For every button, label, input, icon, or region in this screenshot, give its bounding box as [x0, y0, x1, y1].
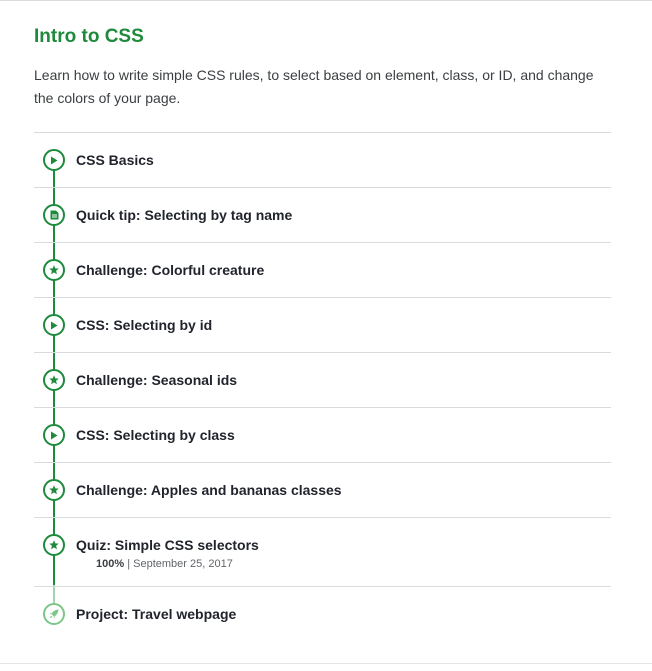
- top-divider: [0, 0, 652, 1]
- list-item[interactable]: Quick tip: Selecting by tag name: [34, 188, 611, 243]
- list-item-label[interactable]: CSS: Selecting by id: [76, 316, 212, 334]
- list-item-label[interactable]: Challenge: Seasonal ids: [76, 371, 237, 389]
- list-item[interactable]: Project: Travel webpage: [34, 587, 611, 641]
- list-item[interactable]: Quiz: Simple CSS selectors 100% | Septem…: [34, 518, 611, 587]
- list-item[interactable]: CSS Basics: [34, 133, 611, 188]
- list-item-label[interactable]: Challenge: Apples and bananas classes: [76, 481, 342, 499]
- list-item-label[interactable]: CSS: Selecting by class: [76, 426, 235, 444]
- list-item[interactable]: Challenge: Apples and bananas classes: [34, 463, 611, 518]
- star-icon: [43, 479, 65, 501]
- meta-separator: |: [127, 558, 131, 570]
- list-item-label[interactable]: Project: Travel webpage: [76, 605, 236, 623]
- section-description: Learn how to write simple CSS rules, to …: [34, 67, 594, 106]
- star-icon: [43, 369, 65, 391]
- list-item-label[interactable]: Quick tip: Selecting by tag name: [76, 206, 292, 224]
- content-list: CSS Basics Quick tip: Selecting by tag n…: [34, 132, 611, 641]
- section-title[interactable]: Intro to CSS: [34, 24, 144, 50]
- rocket-icon: [43, 603, 65, 625]
- article-icon: [43, 204, 65, 226]
- list-item-label[interactable]: CSS Basics: [76, 151, 154, 169]
- quiz-date: September 25, 2017: [133, 558, 233, 570]
- quiz-result: 100% | September 25, 2017: [96, 557, 233, 571]
- list-item[interactable]: CSS: Selecting by class: [34, 408, 611, 463]
- list-item-label[interactable]: Quiz: Simple CSS selectors: [76, 536, 259, 554]
- star-icon: [43, 534, 65, 556]
- quiz-score: 100%: [96, 558, 125, 570]
- play-icon: [43, 424, 65, 446]
- play-icon: [43, 149, 65, 171]
- list-item[interactable]: Challenge: Colorful creature: [34, 243, 611, 298]
- star-icon: [43, 259, 65, 281]
- list-item[interactable]: Challenge: Seasonal ids: [34, 353, 611, 408]
- list-item-label[interactable]: Challenge: Colorful creature: [76, 261, 264, 279]
- play-icon: [43, 314, 65, 336]
- bottom-divider: [0, 663, 652, 664]
- list-item[interactable]: CSS: Selecting by id: [34, 298, 611, 353]
